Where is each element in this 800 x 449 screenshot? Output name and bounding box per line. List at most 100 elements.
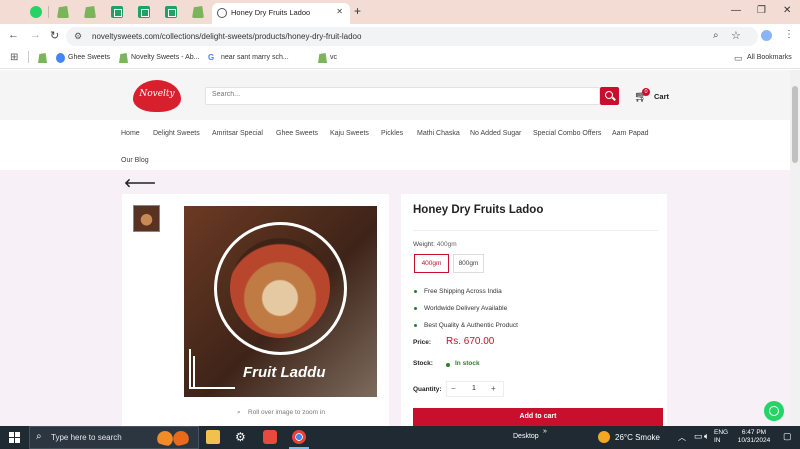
shopify-tab-icon[interactable] (57, 6, 69, 18)
caption-decoration (189, 349, 191, 387)
tray-chevron-up-icon[interactable]: ︿ (678, 432, 686, 443)
language-top: ENG (714, 429, 729, 436)
back-icon[interactable]: ← (8, 29, 19, 41)
scrollbar-thumb[interactable] (792, 86, 798, 163)
bookmark-star-icon[interactable]: ☆ (731, 29, 741, 42)
shopify-icon (318, 53, 327, 63)
chevron-icon[interactable]: » (543, 428, 547, 435)
file-explorer-icon[interactable] (206, 430, 220, 444)
back-arrow-icon[interactable]: 🡐 (124, 175, 156, 190)
weather-icon[interactable] (598, 431, 610, 443)
quantity-decrease-button[interactable]: − (451, 384, 456, 393)
quantity-increase-button[interactable]: + (491, 384, 496, 393)
close-tab-icon[interactable]: ✕ (336, 7, 343, 16)
all-bookmarks[interactable]: All Bookmarks (747, 54, 792, 61)
settings-icon[interactable]: ⚙ (235, 430, 249, 444)
search-box[interactable] (205, 87, 600, 105)
url-text[interactable]: noveltysweets.com/collections/delight-sw… (92, 32, 361, 41)
tab-title: Honey Dry Fruits Ladoo (231, 8, 311, 17)
sheets-tab-icon[interactable] (111, 6, 123, 18)
bookmark-novelty-sweets[interactable]: Novelty Sweets - Ab... (131, 54, 199, 61)
folder-icon: ▭ (734, 53, 743, 63)
globe-icon (56, 53, 65, 63)
nav-our-blog[interactable]: Our Blog (121, 157, 149, 164)
cart-link[interactable]: Cart (654, 92, 669, 101)
site-info-icon[interactable]: ⚙ (74, 31, 82, 42)
bullet-icon (414, 324, 417, 327)
quantity-input[interactable]: 1 (472, 385, 476, 392)
weight-option-400gm[interactable]: 400gm (414, 254, 449, 273)
bullet-icon (414, 290, 417, 293)
taskbar-search-placeholder[interactable]: Type here to search (51, 433, 122, 442)
nav-delight-sweets[interactable]: Delight Sweets (153, 130, 200, 137)
recorder-app-icon[interactable] (263, 430, 277, 444)
minimize-icon[interactable]: — (731, 5, 741, 16)
zoom-search-icon[interactable]: ⌕ (713, 30, 719, 41)
divider (413, 230, 658, 231)
shopify-tab-icon[interactable] (84, 6, 96, 18)
globe-icon (217, 8, 227, 18)
shopify-icon (38, 53, 47, 63)
zoom-icon: ⌕ (237, 409, 241, 416)
menu-icon[interactable]: ⋮ (784, 29, 794, 40)
network-icon[interactable]: ▭ (694, 431, 703, 442)
weight-option-800gm[interactable]: 800gm (453, 254, 484, 273)
nav-aam-papad[interactable]: Aam Papad (612, 130, 649, 137)
nav-mathi-chaska[interactable]: Mathi Chaska (417, 130, 460, 137)
whatsapp-chat-icon[interactable] (764, 401, 784, 421)
new-tab-button[interactable]: + (354, 4, 361, 18)
site-logo[interactable]: Novelty (133, 80, 181, 112)
cart-count-badge: 0 (642, 88, 650, 96)
nav-pickles[interactable]: Pickles (381, 130, 403, 137)
search-button[interactable] (600, 87, 619, 105)
language-bottom: IN (714, 437, 721, 444)
feature-item: Best Quality & Authentic Product (424, 322, 518, 329)
weather-text[interactable]: 26°C Smoke (615, 433, 660, 442)
nav-amritsar-special[interactable]: Amritsar Special (212, 130, 263, 137)
apps-grid-icon[interactable]: ⊞ (10, 52, 18, 63)
nav-no-added-sugar[interactable]: No Added Sugar (470, 130, 521, 137)
reload-icon[interactable]: ↻ (50, 29, 59, 42)
active-tab[interactable]: Honey Dry Fruits Ladoo ✕ (212, 3, 350, 24)
shopify-tab-icon[interactable] (192, 6, 204, 18)
clock[interactable]: 6:47 PM 10/31/2024 (734, 429, 774, 445)
bookmark-near-sant-marry[interactable]: near sant marry sch... (221, 54, 289, 61)
feature-item: Worldwide Delivery Available (424, 305, 508, 312)
stock-dot-icon (446, 363, 450, 367)
bookmark-ghee-sweets[interactable]: Ghee Sweets (68, 54, 110, 61)
halloween-search-art (153, 428, 193, 446)
product-thumbnail[interactable] (133, 205, 160, 232)
nav-special-combo-offers[interactable]: Special Combo Offers (533, 130, 601, 137)
nav-home[interactable]: Home (121, 130, 140, 137)
price-value: Rs. 670.00 (446, 336, 495, 347)
whatsapp-tab-icon[interactable] (30, 6, 42, 18)
restore-icon[interactable]: ❐ (757, 5, 766, 16)
nav-ghee-sweets[interactable]: Ghee Sweets (276, 130, 318, 137)
clock-date: 10/31/2024 (737, 437, 771, 444)
volume-icon[interactable]: 🔈︎ (704, 431, 709, 442)
product-page-background (0, 170, 790, 426)
sheets-tab-icon[interactable] (165, 6, 177, 18)
windows-start-icon[interactable] (9, 432, 20, 443)
nav-kaju-sweets[interactable]: Kaju Sweets (330, 130, 369, 137)
image-caption: Fruit Laddu (243, 364, 326, 381)
weight-label-text: Weight: (413, 241, 435, 248)
close-window-icon[interactable]: ✕ (783, 5, 791, 16)
feature-item: Free Shipping Across India (424, 288, 502, 295)
search-input[interactable] (212, 91, 592, 98)
desktop-toolbar-label[interactable]: Desktop (513, 433, 539, 440)
sheets-tab-icon[interactable] (138, 6, 150, 18)
language-indicator[interactable]: ENG IN (714, 429, 728, 445)
clock-time: 6:47 PM (741, 429, 767, 436)
bookmark-vc[interactable]: vc (330, 54, 337, 61)
tab-separator (48, 6, 49, 18)
search-icon: ⌕ (36, 431, 42, 442)
forward-icon[interactable]: → (30, 29, 41, 41)
stock-status: In stock (455, 360, 480, 367)
profile-avatar[interactable] (761, 30, 772, 41)
add-to-cart-button[interactable]: Add to cart (413, 408, 663, 426)
chrome-icon[interactable] (292, 430, 306, 444)
ladoo-bowl-image (230, 238, 330, 338)
quantity-label: Quantity: (413, 386, 442, 393)
notifications-icon[interactable]: ▢ (783, 431, 792, 442)
